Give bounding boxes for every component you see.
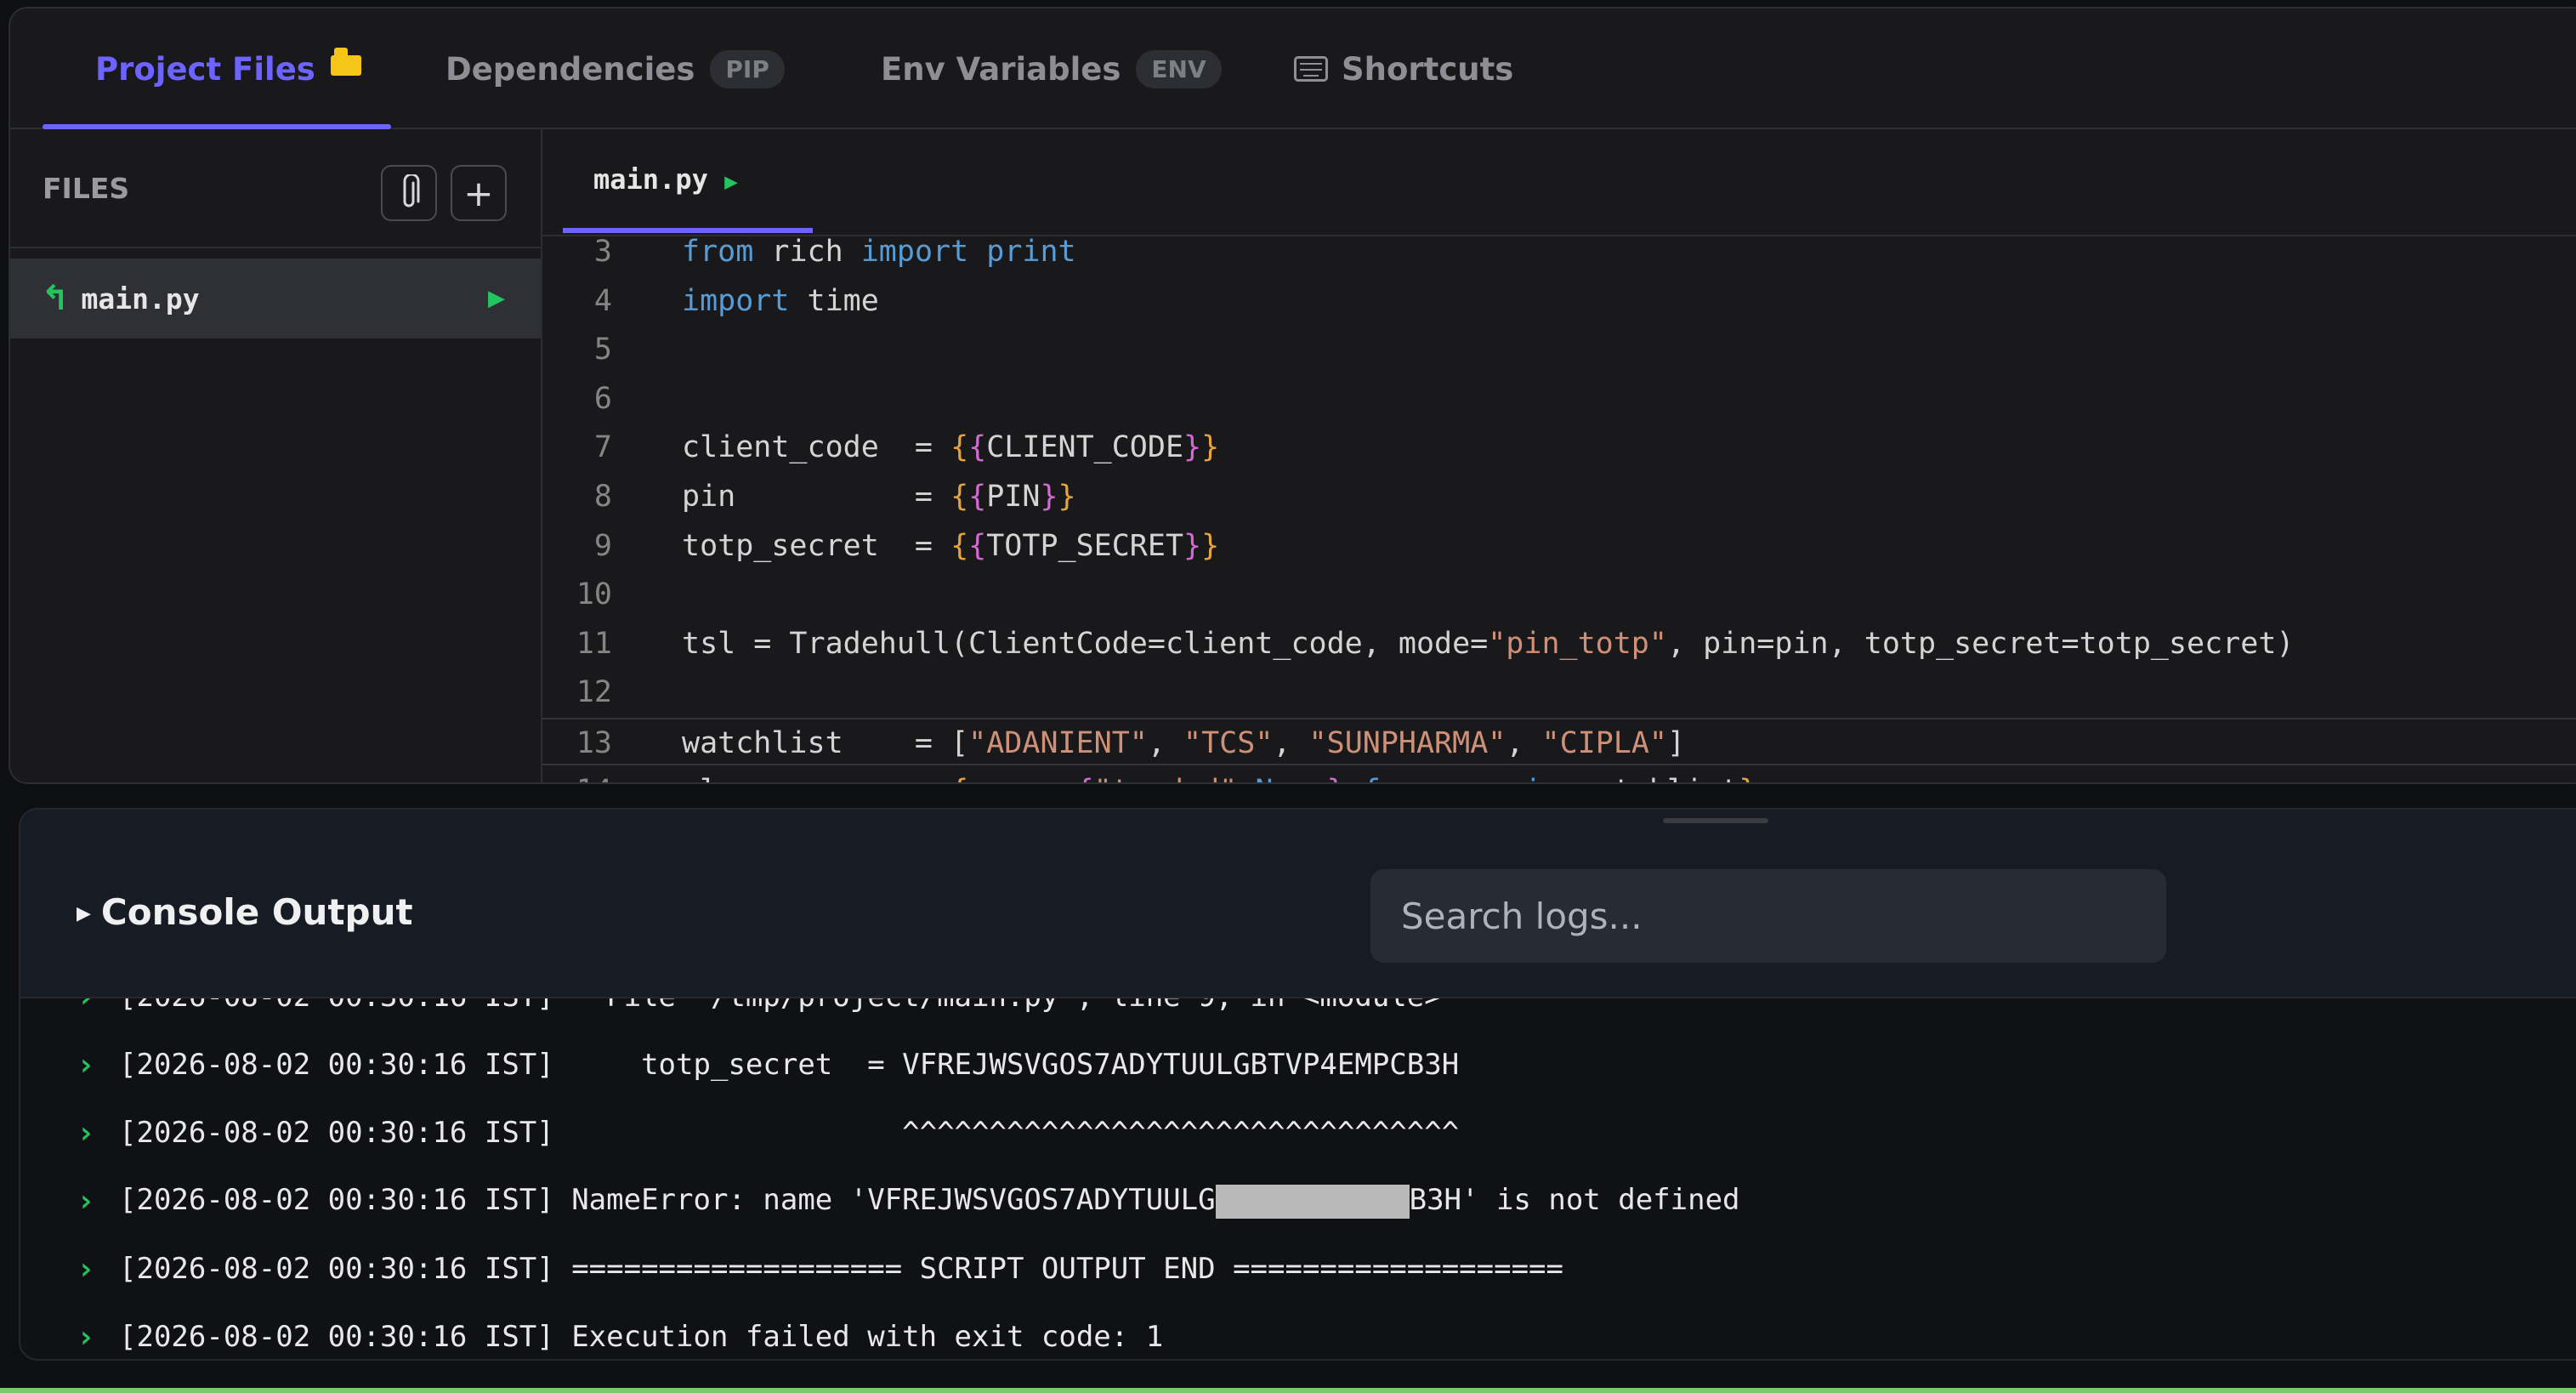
pip-badge: PIP [710,49,785,88]
code-line[interactable]: 5 [542,326,2576,373]
tab-shortcuts[interactable]: Shortcuts [1294,9,1513,129]
files-header: FILES + [10,129,541,248]
console-header: ▶ Console Output [20,810,2576,998]
code-editor: main.py ▶ 3 from rich import print 4 import… [542,129,2576,782]
code-text: tsl = Tradehull(ClientCode=client_code, … [682,626,2295,661]
files-title: FILES [43,172,130,205]
log-text: [2026-08-02 00:30:16 IST] ^^^^^^^^^^^^^^… [119,1116,1460,1150]
search-logs-input[interactable] [1370,869,2166,963]
code-line[interactable]: 10 [542,571,2576,618]
code-line[interactable]: 6 [542,375,2576,423]
code-line[interactable]: 7 client_code = {{CLIENT_CODE}} [542,424,2576,471]
tab-env-variables-label: Env Variables [881,50,1121,88]
line-number: 10 [576,577,612,612]
tab-project-files[interactable]: Project Files [95,9,361,129]
line-number: 9 [593,528,612,563]
editor-tab-indicator [563,228,813,233]
resize-handle[interactable] [1663,818,1768,823]
tab-env-variables[interactable]: Env Variables ENV [881,9,1222,129]
tab-shortcuts-label: Shortcuts [1342,50,1514,88]
code-text: watchlist = ["ADANIENT", "TCS", "SUNPHAR… [682,726,1686,760]
code-line[interactable]: 8 pin = {{PIN}} [542,473,2576,520]
chevron-right-icon: › [77,1047,95,1083]
caret-right-icon: ▶ [77,903,91,924]
tab-project-files-label: Project Files [95,50,315,88]
code-text: import time [682,283,879,318]
log-text: [2026-08-02 00:30:16 IST] Execution fail… [119,1320,1164,1354]
chevron-right-icon: › [77,1319,95,1355]
log-text: [2026-08-02 00:30:16 IST] NameError: nam… [119,1183,1740,1219]
line-number: 5 [593,333,612,367]
code-line[interactable]: 3 from rich import print [542,236,2576,276]
code-line[interactable]: 13 watchlist = ["ADANIENT", "TCS", "SUNPH… [542,718,2576,765]
log-line: › [2026-08-02 00:30:16 IST] Execution fai… [20,1311,2576,1359]
code-text: algo_memory = {name: {"traded":None} for… [682,767,1756,782]
log-line: › [2026-08-02 00:30:16 IST] totp_secret =… [20,1039,2576,1090]
log-line: › [2026-08-02 00:30:16 IST] =============… [20,1243,2576,1294]
editor-tab-label: main.py [593,163,708,196]
folder-icon [330,48,361,76]
log-line: › [2026-08-02 00:30:16 IST] ^^^^^^^^^^^^^… [20,1107,2576,1158]
tab-bar: Project Files Dependencies PIP Env Varia… [10,9,2576,129]
log-text: [2026-08-02 00:30:16 IST] ==============… [119,1252,1563,1286]
code-text: totp_secret = {{TOTP_SECRET}} [682,528,1220,563]
chevron-right-icon: › [77,998,95,1015]
editor-tab-main-py[interactable]: main.py ▶ [593,163,738,196]
tab-dependencies-label: Dependencies [445,50,695,88]
code-line[interactable]: 9 totp_secret = {{TOTP_SECRET}} [542,522,2576,570]
log-text: [2026-08-02 00:30:16 IST] totp_secret = … [119,1048,1460,1082]
attach-file-button[interactable] [381,165,437,221]
code-line[interactable]: 11 tsl = Tradehull(ClientCode=client_code… [542,620,2576,668]
log-line: › [2026-08-02 00:30:16 IST] NameError: na… [20,1175,2576,1226]
file-name: main.py [81,281,200,316]
python-file-icon: ↰ [41,279,70,318]
paperclip-icon [403,174,420,208]
bottom-accent-bar [0,1388,2576,1393]
log-text: [2026-08-02 00:30:16 IST] File "/tmp/pro… [119,998,1442,1014]
keyboard-icon [1294,56,1328,82]
line-number: 4 [593,283,612,318]
code-line[interactable]: 4 import time [542,277,2576,325]
code-text: client_code = {{CLIENT_CODE}} [682,430,1220,465]
redacted-block [1215,1184,1410,1219]
line-number: 3 [593,236,612,269]
file-item-main-py[interactable]: ↰ main.py ▶ [10,259,541,338]
code-text: pin = {{PIN}} [682,480,1076,514]
tab-dependencies[interactable]: Dependencies PIP [445,9,785,129]
chevron-right-icon: › [77,1183,95,1219]
run-file-icon[interactable]: ▶ [488,286,505,311]
code-line[interactable]: 12 [542,668,2576,716]
line-number: 13 [576,726,612,760]
log-list: › [2026-08-02 00:30:16 IST] File "/tmp/pr… [20,998,2576,1359]
line-number: 14 [553,767,612,782]
chevron-right-icon: › [77,1251,95,1287]
code-area[interactable]: 3 from rich import print 4 import time 5 6 7 cl… [542,236,2576,782]
add-file-button[interactable]: + [451,165,507,221]
editor-tab-bar: main.py ▶ [542,129,2576,236]
code-text: from rich import print [682,236,1076,269]
console-title-text: Console Output [100,891,413,933]
chevron-right-icon: › [77,1115,95,1151]
line-number: 8 [593,480,612,514]
console-panel: ▶ Console Output › [2026-08-02 00:30:16 IS… [19,808,2576,1361]
project-panel: Project Files Dependencies PIP Env Varia… [9,7,2576,784]
file-sidebar: FILES + ↰ main.py ▶ [10,129,542,782]
code-line[interactable]: 14 algo_memory = {name: {"traded":None} f… [542,767,2576,782]
line-number: 6 [593,381,612,416]
run-icon[interactable]: ▶ [724,169,738,195]
line-number: 11 [576,626,612,661]
log-line: › [2026-08-02 00:30:16 IST] File "/tmp/pr… [20,998,2576,1022]
env-badge: ENV [1136,49,1222,88]
line-number: 7 [593,430,612,465]
console-toggle[interactable]: ▶ Console Output [77,891,413,933]
line-number: 12 [576,675,612,710]
